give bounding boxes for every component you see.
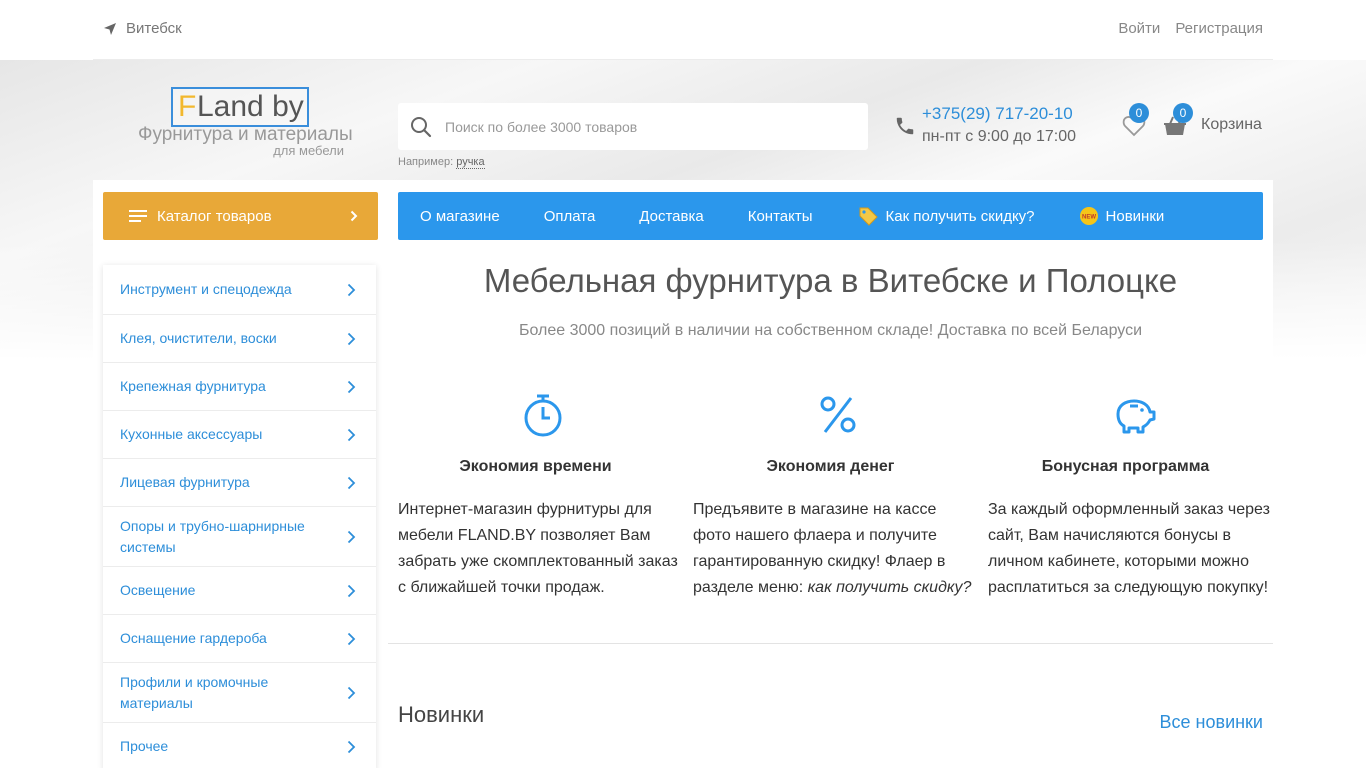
search-example-link[interactable]: ручка [456,156,485,169]
feature-text: Интернет-магазин фурнитуры для мебели FL… [398,501,678,596]
catalog-item-label: Прочее [120,738,169,754]
feature-title: Экономия денег [766,458,895,475]
login-link[interactable]: Войти [1118,20,1160,37]
new-badge-icon: NEW [1079,207,1098,225]
catalog-item-label: Оснащение гардероба [120,630,267,646]
favorites-count-badge: 0 [1129,103,1149,123]
new-products-title: Новинки [398,702,485,727]
location-arrow-icon [104,22,116,35]
chevron-right-icon [347,380,356,393]
catalog-item[interactable]: Лицевая фурнитура [103,459,376,507]
city-selector[interactable]: Витебск [103,20,182,37]
catalog-item[interactable]: Клея, очистители, воски [103,315,376,363]
nav-item-label: Контакты [747,207,813,225]
catalog-item[interactable]: Прочее [103,723,376,768]
chevron-right-icon [347,584,356,597]
auth-links: Войти Регистрация [1118,20,1263,37]
section-divider [388,643,1273,644]
chevron-right-icon [347,283,356,296]
all-new-products-link[interactable]: Все новинки [1160,712,1263,733]
percent-icon [820,396,856,433]
site-logo[interactable]: F Land by Фурнитура и материалы для мебе… [138,86,353,158]
search-box [398,103,868,150]
feature-title: Бонусная программа [1041,458,1210,475]
nav-item-new[interactable]: NEW Новинки [1079,206,1165,226]
catalog-item-label: Клея, очистители, воски [120,330,277,346]
catalog-item[interactable]: Опоры и трубно-шарнирные системы [103,507,376,567]
top-bar: Витебск Войти Регистрация [0,0,1366,60]
cart-count-badge: 0 [1173,103,1193,123]
catalog-button-label: Каталог товаров [157,207,272,225]
chevron-right-icon [347,686,356,699]
phone-icon [896,117,914,135]
page-subtitle: Более 3000 позиций в наличии на собствен… [518,322,1143,339]
cart-link[interactable]: Корзина [1201,116,1262,134]
nav-item-delivery[interactable]: Доставка [639,208,703,225]
nav-item-label: Новинки [1105,207,1165,225]
nav-item-label: Оплата [543,207,596,225]
phone-number[interactable]: +375(29) 717-20-10 [922,104,1073,124]
catalog-item[interactable]: Инструмент и спецодежда [103,265,376,315]
price-tag-icon [859,207,878,226]
catalog-item-label: Крепежная фурнитура [120,378,266,394]
logo-letter: F [178,90,197,123]
catalog-item[interactable]: Кухонные аксессуары [103,411,376,459]
catalog-menu: Инструмент и спецодежда Клея, очистители… [103,265,376,768]
svg-text:NEW: NEW [1082,215,1096,221]
catalog-item-label: Опоры и трубно-шарнирные системы [120,517,305,555]
chevron-right-icon [347,740,356,753]
catalog-button[interactable]: Каталог товаров [103,192,378,240]
chevron-right-icon [347,332,356,345]
chevron-right-icon [350,210,358,222]
search-input[interactable] [445,118,845,135]
catalog-item-label: Лицевая фурнитура [120,474,250,490]
logo-subtitle-2: для мебели [273,143,344,158]
nav-item-contacts[interactable]: Контакты [748,208,813,225]
nav-item-label: Доставка [639,207,704,225]
stopwatch-icon [524,394,562,437]
catalog-item[interactable]: Оснащение гардероба [103,615,376,663]
catalog-item[interactable]: Профили и кромочные материалы [103,663,376,723]
catalog-item-label: Профили и кромочные материалы [120,673,269,711]
logo-text: Land by [197,90,304,123]
work-hours: пн-пт с 9:00 до 17:00 [922,128,1077,145]
search-icon[interactable] [410,116,432,138]
nav-item-discount[interactable]: Как получить скидку? [857,205,1035,227]
search-example-prefix: Например: [398,156,454,168]
feature-title: Экономия времени [459,458,612,475]
feature-text: Предъявите в магазине на кассе фото наше… [693,497,975,601]
chevron-right-icon [347,530,356,543]
feature-text: За каждый оформленный заказ через сайт, … [988,501,1270,596]
catalog-item-label: Инструмент и спецодежда [120,281,292,297]
search-example: Например: ручка [398,156,485,169]
nav-item-label: О магазине [420,207,500,225]
piggy-bank-icon [1116,399,1156,434]
nav-item-about[interactable]: О магазине [420,208,500,225]
catalog-item-label: Кухонные аксессуары [120,426,263,442]
menu-icon [129,209,147,223]
register-link[interactable]: Регистрация [1175,20,1263,37]
page-title: Мебельная фурнитура в Витебске и Полоцке [483,262,1178,299]
catalog-item-label: Освещение [120,582,196,598]
catalog-item[interactable]: Крепежная фурнитура [103,363,376,411]
chevron-right-icon [347,428,356,441]
nav-item-payment[interactable]: Оплата [544,208,596,225]
city-label: Витебск [126,20,182,37]
chevron-right-icon [347,632,356,645]
chevron-right-icon [347,476,356,489]
discount-link[interactable]: как получить скидку? [808,579,972,596]
nav-item-label: Как получить скидку? [885,207,1035,225]
main-nav: О магазине Оплата Доставка Контакты Как … [398,192,1263,240]
catalog-item[interactable]: Освещение [103,567,376,615]
